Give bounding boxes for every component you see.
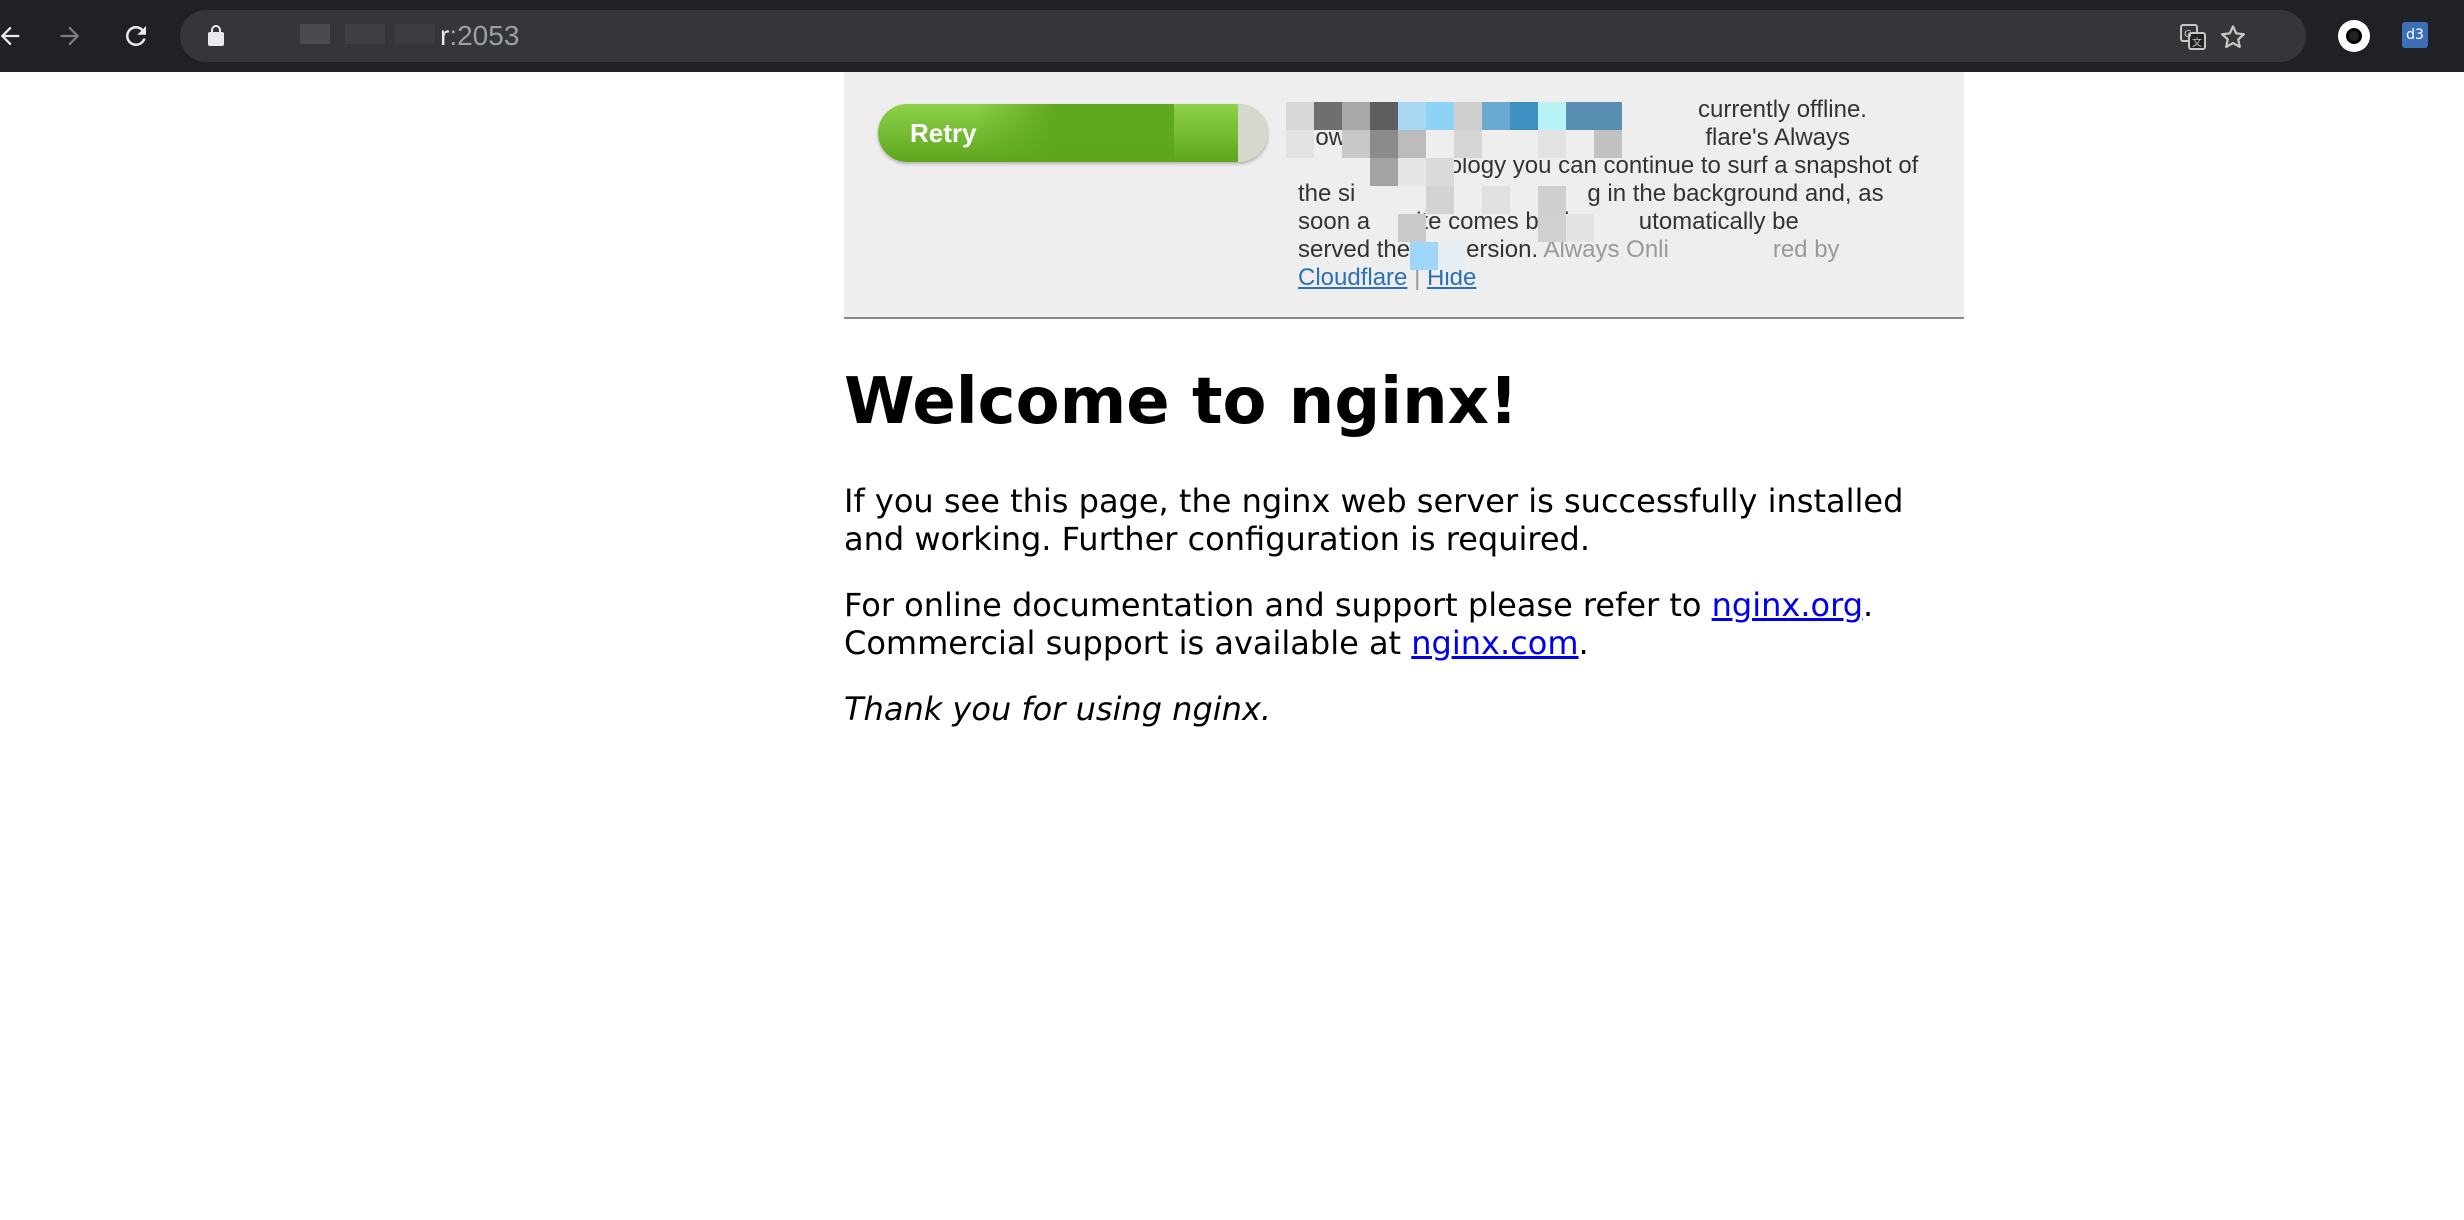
support-text: For online documentation and support ple…: [844, 586, 1702, 624]
page-title: Welcome to nginx!: [844, 365, 1519, 439]
powered-by-label: red by: [1772, 236, 1840, 263]
redacted-url-block: [395, 24, 435, 44]
back-button[interactable]: [0, 0, 30, 72]
offline-line-4: g in the background and, as: [1587, 180, 1884, 207]
offline-line-6-prefix: served the: [1298, 236, 1411, 263]
offline-line-5-prefix: soon a: [1298, 208, 1371, 235]
address-bar[interactable]: r:2053 G 文: [180, 10, 2306, 62]
svg-text:G: G: [2184, 29, 2192, 40]
retry-button[interactable]: Retry: [878, 104, 1268, 162]
thanks-paragraph: Thank you for using nginx.: [844, 690, 1964, 728]
svg-text:文: 文: [2192, 36, 2202, 49]
redacted-url-block: [300, 24, 330, 44]
intro-paragraph: If you see this page, the nginx web serv…: [844, 482, 1904, 558]
lock-icon[interactable]: [204, 24, 228, 48]
url-text[interactable]: r:2053: [440, 20, 519, 52]
support-paragraph: For online documentation and support ple…: [844, 586, 1874, 662]
star-icon[interactable]: [2218, 22, 2248, 52]
commercial-text: Commercial support is available at: [844, 624, 1402, 662]
arrow-left-icon: [0, 26, 20, 46]
url-host: r: [440, 20, 450, 51]
offline-line-3: hnology you can continue to surf a snaps…: [1422, 152, 1919, 179]
translate-icon[interactable]: G 文: [2178, 22, 2208, 52]
forward-button[interactable]: [50, 0, 90, 72]
url-port: :2053: [449, 20, 520, 51]
offline-line-2: flare's Always: [1705, 124, 1850, 151]
cloudflare-link[interactable]: Cloudflare: [1298, 264, 1407, 291]
reload-button[interactable]: [116, 0, 156, 72]
arrow-right-icon: [60, 26, 80, 46]
offline-line-5b: utomatically be: [1638, 208, 1799, 235]
cloudflare-always-online-banner: Retry currently offline. Howe flare's Alw…: [844, 72, 1964, 319]
d3-extension-icon[interactable]: d3: [2402, 22, 2428, 48]
offline-line-4-prefix: the si: [1298, 180, 1356, 207]
thanks-text: Thank you for using nginx.: [844, 690, 1272, 728]
reload-icon: [125, 25, 146, 46]
retry-button-label: Retry: [910, 118, 977, 148]
nginx-com-link[interactable]: nginx.com: [1411, 624, 1578, 662]
nginx-welcome: Welcome to nginx! If you see this page, …: [844, 350, 1964, 728]
offline-line-1: currently offline.: [1698, 96, 1867, 123]
circle-extension-icon[interactable]: [2338, 20, 2370, 52]
nginx-org-link[interactable]: nginx.org: [1712, 586, 1863, 624]
browser-toolbar: r:2053 G 文 d3: [0, 0, 2464, 72]
offline-line-6: version.: [1454, 236, 1539, 263]
redacted-url-block: [345, 24, 385, 44]
